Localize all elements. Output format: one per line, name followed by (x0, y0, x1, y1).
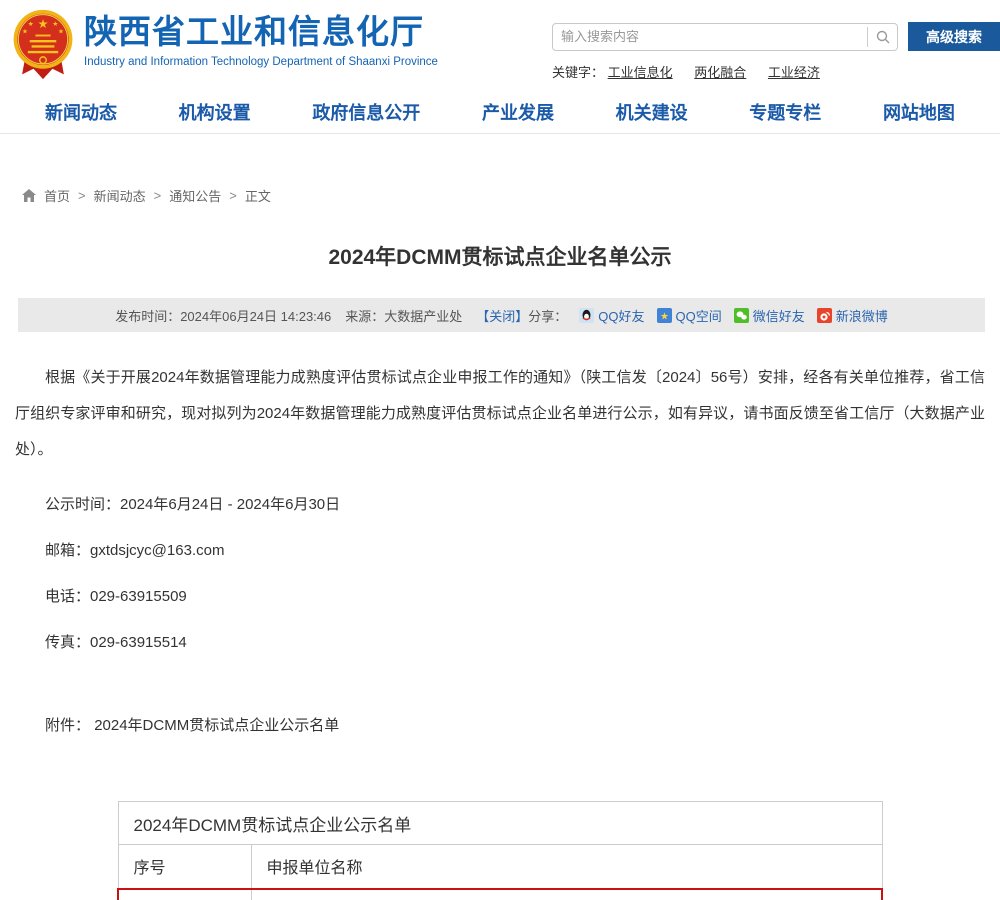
site-subtitle: Industry and Information Technology Depa… (84, 56, 438, 68)
qzone-icon: ★ (657, 308, 672, 323)
row-index-cell: 24 (118, 889, 251, 900)
home-icon[interactable] (22, 189, 36, 202)
qq-icon (579, 308, 594, 323)
attachment-link[interactable]: 2024年DCMM贯标试点企业公示名单 (94, 717, 339, 734)
share-qzone[interactable]: ★ QQ空间 (657, 306, 722, 325)
nav-item-special-topics[interactable]: 专题专栏 (749, 99, 821, 125)
search-keywords: 关键字： 工业信息化 两化融合 工业经济 (552, 62, 1000, 81)
main-nav: 新闻动态 机构设置 政府信息公开 产业发展 机关建设 专题专栏 网站地图 (0, 90, 1000, 134)
nav-item-sitemap[interactable]: 网站地图 (883, 99, 955, 125)
breadcrumb-notices[interactable]: 通知公告 (169, 186, 221, 205)
breadcrumb-separator: > (229, 188, 237, 203)
share-weibo[interactable]: 新浪微博 (817, 306, 888, 325)
search-box (552, 23, 898, 51)
breadcrumb: 首页 > 新闻动态 > 通知公告 > 正文 (22, 186, 1000, 205)
breadcrumb-separator: > (78, 188, 86, 203)
svg-text:★: ★ (28, 21, 34, 28)
company-list-table: 2024年DCMM贯标试点企业公示名单 序号 申报单位名称 24 西安思坦仪器股… (117, 801, 883, 900)
fax-line: 传真：029-63915514 (15, 631, 985, 652)
column-header-index: 序号 (118, 845, 251, 889)
breadcrumb-separator: > (154, 188, 162, 203)
table-row-highlighted: 24 西安思坦仪器股份有限公司 (118, 889, 882, 900)
breadcrumb-home[interactable]: 首页 (44, 186, 70, 205)
nav-item-news[interactable]: 新闻动态 (45, 99, 117, 125)
svg-text:★: ★ (22, 29, 28, 36)
national-emblem-logo: ★ ★ ★ ★ ★ (12, 8, 74, 82)
page-header: ★ ★ ★ ★ ★ 陕西省工业和信息化厅 Industry and Inform… (0, 0, 1000, 90)
keywords-label: 关键字： (552, 65, 604, 80)
search-input[interactable] (553, 29, 867, 44)
brand-text: 陕西省工业和信息化厅 Industry and Information Tech… (84, 8, 438, 68)
wechat-icon (734, 308, 749, 323)
table-title: 2024年DCMM贯标试点企业公示名单 (118, 802, 882, 845)
keyword-link-industrial-economy[interactable]: 工业经济 (768, 65, 820, 80)
article-meta-bar: 发布时间：2024年06月24日 14:23:46 来源：大数据产业处 【关闭】… (18, 298, 985, 332)
keyword-link-integration[interactable]: 两化融合 (694, 65, 746, 80)
attachment-label: 附件： (45, 717, 90, 734)
article-source: 来源：大数据产业处 (345, 306, 462, 325)
breadcrumb-news[interactable]: 新闻动态 (94, 186, 146, 205)
svg-text:★: ★ (58, 29, 64, 36)
phone-line: 电话：029-63915509 (15, 585, 985, 606)
breadcrumb-current: 正文 (245, 186, 271, 205)
table-title-row: 2024年DCMM贯标试点企业公示名单 (118, 802, 882, 845)
share-wechat[interactable]: 微信好友 (734, 306, 805, 325)
header-search-area: 高级搜索 关键字： 工业信息化 两化融合 工业经济 (552, 8, 1000, 81)
search-icon[interactable] (867, 27, 897, 47)
attachment-line: 附件： 2024年DCMM贯标试点企业公示名单 (15, 714, 985, 735)
nav-item-gov-info[interactable]: 政府信息公开 (312, 99, 420, 125)
publicity-period-line: 公示时间：2024年6月24日 - 2024年6月30日 (15, 493, 985, 514)
keyword-link-industry-informatization[interactable]: 工业信息化 (608, 65, 673, 80)
publish-time: 发布时间：2024年06月24日 14:23:46 (115, 306, 331, 325)
share-qq-friend[interactable]: QQ好友 (579, 306, 644, 325)
article-paragraph: 根据《关于开展2024年数据管理能力成熟度评估贯标试点企业申报工作的通知》（陕工… (15, 360, 985, 468)
share-label: 分享： (528, 306, 567, 325)
nav-item-agency-building[interactable]: 机关建设 (616, 99, 688, 125)
row-company-cell: 西安思坦仪器股份有限公司 (251, 889, 882, 900)
site-title: 陕西省工业和信息化厅 (84, 14, 438, 50)
svg-text:★: ★ (660, 311, 669, 322)
site-brand: ★ ★ ★ ★ ★ 陕西省工业和信息化厅 Industry and Inform… (12, 8, 438, 82)
email-line: 邮箱：gxtdsjcyc@163.com (15, 539, 985, 560)
table-header-row: 序号 申报单位名称 (118, 845, 882, 889)
advanced-search-button[interactable]: 高级搜索 (908, 22, 1000, 51)
close-button[interactable]: 【关闭】 (476, 306, 528, 325)
column-header-company: 申报单位名称 (251, 845, 882, 889)
weibo-icon (817, 308, 832, 323)
svg-text:★: ★ (37, 17, 48, 31)
svg-text:★: ★ (52, 21, 58, 28)
article-body: 根据《关于开展2024年数据管理能力成熟度评估贯标试点企业申报工作的通知》（陕工… (0, 360, 1000, 735)
page-title: 2024年DCMM贯标试点企业名单公示 (0, 241, 1000, 271)
nav-item-industry-dev[interactable]: 产业发展 (482, 99, 554, 125)
nav-item-organization[interactable]: 机构设置 (179, 99, 251, 125)
